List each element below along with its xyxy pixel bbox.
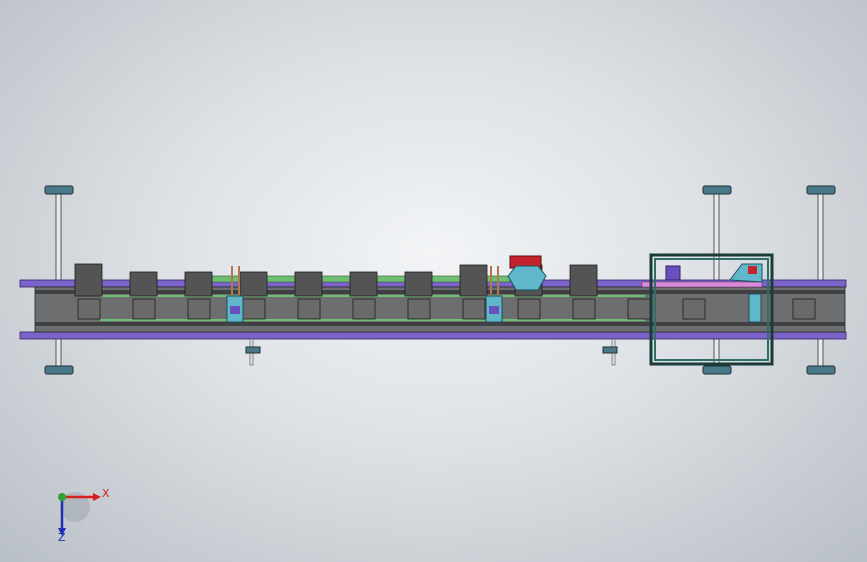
bottom-rail (19, 331, 847, 340)
floor-feet (245, 338, 618, 366)
cad-viewport[interactable] (0, 0, 867, 562)
chain-lower (35, 322, 845, 326)
pink-rod (641, 281, 763, 288)
axis-x-label: X (102, 487, 110, 500)
orientation-triad (58, 492, 101, 536)
cyan-bracket (507, 265, 547, 291)
axis-z-label: Z (58, 531, 66, 544)
